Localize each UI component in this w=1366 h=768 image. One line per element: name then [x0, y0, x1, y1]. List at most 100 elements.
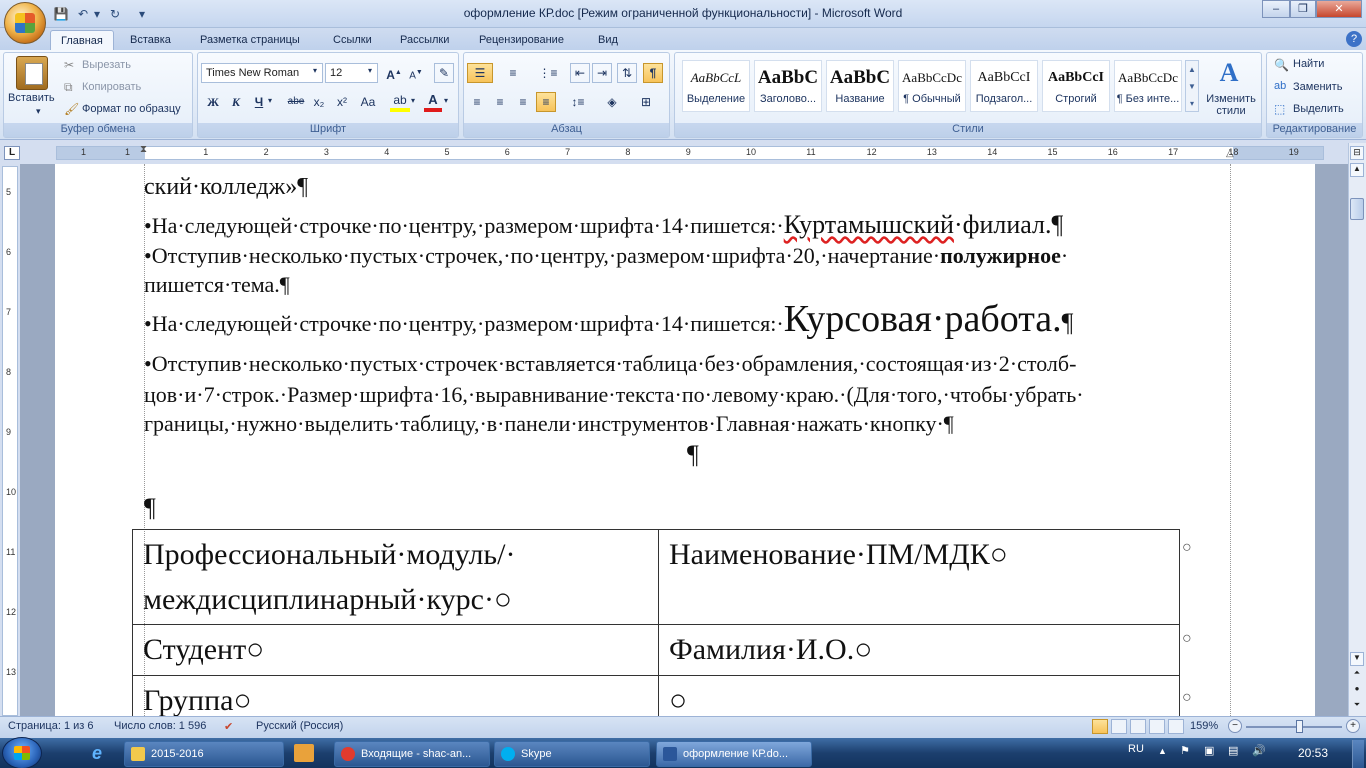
table-cell[interactable]: Профессиональный·модуль/· междисциплинар…: [132, 529, 659, 625]
zoom-slider[interactable]: [1246, 726, 1342, 728]
taskbar-item-explorer[interactable]: 2015-2016: [124, 741, 284, 767]
paste-dropdown-icon[interactable]: ▾: [36, 106, 41, 117]
next-page-icon[interactable]: ⏷: [1350, 700, 1364, 714]
text-line-4[interactable]: •На·следующей·строчке·по·центру,·размеро…: [144, 300, 1073, 338]
text-line-2[interactable]: •Отступив·несколько·пустых·строчек,·по·ц…: [144, 243, 1068, 269]
right-indent-marker-icon[interactable]: △: [1226, 148, 1234, 159]
scroll-down-icon[interactable]: ▼: [1350, 652, 1364, 666]
media-player-icon[interactable]: [294, 744, 314, 762]
cut-button[interactable]: Вырезать: [82, 55, 131, 75]
font-name-dropdown-icon[interactable]: ▾: [313, 66, 317, 75]
format-painter-button[interactable]: Формат по образцу: [82, 99, 181, 119]
print-layout-icon[interactable]: [1092, 719, 1108, 734]
clock[interactable]: 20:53: [1298, 746, 1328, 760]
tab-references[interactable]: Ссылки: [323, 30, 382, 50]
style-no-spacing[interactable]: AaBbCcDc ¶ Без инте...: [1114, 60, 1182, 112]
text-line-7[interactable]: границы,·нужно·выделить·таблицу,·в·панел…: [144, 411, 954, 437]
draft-icon[interactable]: [1168, 719, 1184, 734]
pilcrow-center[interactable]: ¶: [687, 440, 699, 470]
pilcrow-left[interactable]: ¶: [144, 493, 156, 523]
volume-icon[interactable]: 🔊: [1252, 744, 1266, 757]
grow-font-icon[interactable]: A▲: [384, 63, 404, 83]
bullets-icon[interactable]: ☰: [467, 63, 493, 83]
bold-button[interactable]: Ж: [203, 92, 223, 112]
tab-mailings[interactable]: Рассылки: [390, 30, 459, 50]
table-cell[interactable]: Группа○: [132, 675, 659, 716]
change-styles-icon[interactable]: A: [1214, 58, 1244, 88]
borders-icon[interactable]: ⊞: [632, 92, 660, 112]
zoom-out-icon[interactable]: −: [1228, 719, 1242, 733]
proofing-icon[interactable]: ✔: [224, 720, 233, 733]
horizontal-ruler[interactable]: 1 1 1 2 3 4 5 6 7 8 9 10 11 12 13 14 15 16 17 18 19: [56, 146, 1324, 160]
scroll-thumb[interactable]: [1350, 198, 1364, 220]
text-line-0[interactable]: ский·колледж»¶: [144, 174, 308, 201]
start-button[interactable]: [2, 737, 42, 768]
align-left-icon[interactable]: ≡: [467, 92, 487, 112]
document-table[interactable]: Профессиональный·модуль/· междисциплинар…: [132, 529, 1180, 716]
paste-icon[interactable]: [16, 56, 48, 90]
taskbar-item-skype[interactable]: Skype: [494, 741, 650, 767]
close-button[interactable]: ✕: [1316, 0, 1362, 18]
paste-button[interactable]: Вставить: [8, 92, 55, 104]
vertical-scrollbar[interactable]: [1348, 143, 1366, 717]
minimize-button[interactable]: –: [1262, 0, 1290, 18]
shading-icon[interactable]: ◈: [598, 92, 626, 112]
highlight-icon[interactable]: ab: [390, 92, 410, 112]
prev-page-icon[interactable]: ⏶: [1350, 668, 1364, 682]
replace-icon[interactable]: ab: [1274, 80, 1286, 92]
full-screen-reading-icon[interactable]: [1111, 719, 1127, 734]
style-emphasis[interactable]: AaBbCcL Выделение: [682, 60, 750, 112]
language-indicator[interactable]: Русский (Россия): [256, 720, 343, 732]
increase-indent-icon[interactable]: ⇥: [592, 63, 612, 83]
help-icon[interactable]: ?: [1346, 31, 1362, 47]
superscript-button[interactable]: x²: [332, 92, 352, 112]
copy-icon[interactable]: ⧉: [64, 80, 78, 94]
page[interactable]: ский·колледж»¶ •На·следующей·строчке·по·…: [55, 164, 1315, 716]
change-case-button[interactable]: Aa: [356, 92, 380, 112]
strikethrough-button[interactable]: abe: [284, 92, 308, 112]
tab-insert[interactable]: Вставка: [120, 30, 181, 50]
style-heading[interactable]: AaBbC Заголово...: [754, 60, 822, 112]
font-color-dropdown-icon[interactable]: ▾: [444, 96, 448, 105]
align-right-icon[interactable]: ≡: [513, 92, 533, 112]
find-icon[interactable]: 🔍: [1274, 58, 1289, 72]
change-styles-button[interactable]: Изменить стили: [1204, 93, 1258, 117]
italic-button[interactable]: К: [226, 92, 246, 112]
font-size-dropdown-icon[interactable]: ▾: [368, 66, 372, 75]
page-indicator[interactable]: Страница: 1 из 6: [8, 720, 94, 732]
styles-scroll-icon[interactable]: ▲ ▼ ▾: [1185, 60, 1199, 112]
find-button[interactable]: Найти: [1293, 54, 1324, 74]
taskbar-item-word[interactable]: оформление КР.do...: [656, 741, 812, 767]
tab-selector-icon[interactable]: L: [4, 146, 20, 160]
tab-home[interactable]: Главная: [50, 30, 114, 50]
network-icon[interactable]: ▤: [1228, 744, 1238, 757]
show-marks-button[interactable]: ¶: [643, 63, 663, 83]
zoom-level[interactable]: 159%: [1190, 720, 1218, 732]
font-name-combo[interactable]: Times New Roman: [201, 63, 323, 83]
zoom-in-icon[interactable]: +: [1346, 719, 1360, 733]
font-color-icon[interactable]: A: [424, 92, 442, 112]
scroll-up-icon[interactable]: ▲: [1350, 163, 1364, 177]
text-line-3[interactable]: пишется·тема.¶: [144, 272, 290, 298]
tab-review[interactable]: Рецензирование: [469, 30, 574, 50]
sort-icon[interactable]: ⇅: [617, 63, 637, 83]
underline-button[interactable]: Ч: [249, 92, 269, 112]
decrease-indent-icon[interactable]: ⇤: [570, 63, 590, 83]
tab-page-layout[interactable]: Разметка страницы: [190, 30, 310, 50]
taskbar-item-opera[interactable]: Входящие - shac-an...: [334, 741, 490, 767]
action-center-icon[interactable]: ⚑: [1180, 744, 1190, 757]
ruler-toggle-icon[interactable]: ⊟: [1350, 146, 1364, 160]
text-line-6[interactable]: цов·и·7·строк.·Размер·шрифта·16,·выравни…: [144, 382, 1084, 408]
table-cell[interactable]: ○: [658, 675, 1180, 716]
numbering-icon[interactable]: ≡: [500, 63, 526, 83]
office-button[interactable]: [4, 2, 46, 44]
justify-icon[interactable]: ≡: [536, 92, 556, 112]
select-button[interactable]: Выделить: [1293, 99, 1344, 119]
text-line-5[interactable]: •Отступив·несколько·пустых·строчек·встав…: [144, 351, 1076, 377]
highlight-dropdown-icon[interactable]: ▾: [411, 96, 415, 105]
copy-button[interactable]: Копировать: [82, 77, 141, 97]
cut-icon[interactable]: ✂: [64, 58, 78, 72]
shrink-font-icon[interactable]: A▼: [406, 63, 426, 83]
select-icon[interactable]: ⬚: [1274, 102, 1285, 116]
maximize-button[interactable]: ❐: [1290, 0, 1316, 18]
